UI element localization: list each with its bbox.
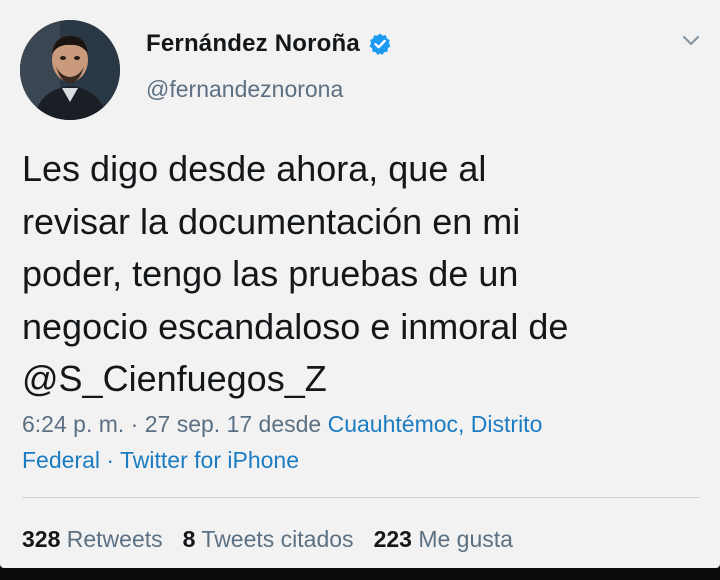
source-link[interactable]: Twitter for iPhone [120,447,299,473]
tweet-text-line: Les digo desde ahora, que al [22,148,487,189]
verified-badge-icon [369,33,391,55]
name-row: Fernández Noroña [146,30,392,58]
likes-count: 223 [373,526,412,552]
divider [22,497,700,498]
tweet-date[interactable]: 27 sep. 17 [145,411,252,437]
chevron-down-icon[interactable] [679,28,703,52]
quotes-stat[interactable]: 8 Tweets citados [183,526,354,552]
profile-photo [20,20,120,120]
tweet-time[interactable]: 6:24 p. m. [22,411,124,437]
quotes-count: 8 [182,526,196,552]
quotes-label: Tweets citados [201,526,354,552]
display-name[interactable]: Fernández Noroña [146,30,360,58]
tweet-card: Fernández Noroña @fernandeznorona Les di… [0,0,720,568]
retweets-stat[interactable]: 328 Retweets [22,526,163,552]
tweet-stats: 328 Retweets 8 Tweets citados 223 Me gusta [22,526,513,553]
avatar[interactable] [20,20,120,120]
meta-line-2: Federal · Twitter for iPhone [22,442,702,478]
likes-label: Me gusta [418,526,513,552]
likes-stat[interactable]: 223 Me gusta [374,526,513,552]
retweets-count: 328 [22,526,61,552]
tweet-meta: 6:24 p. m. · 27 sep. 17 desde Cuauhtémoc… [22,406,702,478]
tweet-text-line: revisar la documentación en mi [22,200,521,242]
tweet-text-line: negocio escandaloso e inmoral de [22,305,569,347]
retweets-label: Retweets [66,526,163,552]
separator: · [124,411,145,437]
tweet-text-line: poder, tengo las pruebas de un [22,253,519,294]
location-link-cont[interactable]: Federal [22,447,100,473]
tweet-text: Les digo desde ahora, que al revisar la … [22,143,702,406]
meta-line-1: 6:24 p. m. · 27 sep. 17 desde Cuauhtémoc… [22,406,702,442]
user-handle[interactable]: @fernandeznorona [146,76,343,103]
from-label: desde [252,411,328,437]
mention-link[interactable]: @S_Cienfuegos_Z [22,353,702,406]
location-link[interactable]: Cuauhtémoc, Distrito [328,411,543,437]
separator: · [99,447,121,473]
